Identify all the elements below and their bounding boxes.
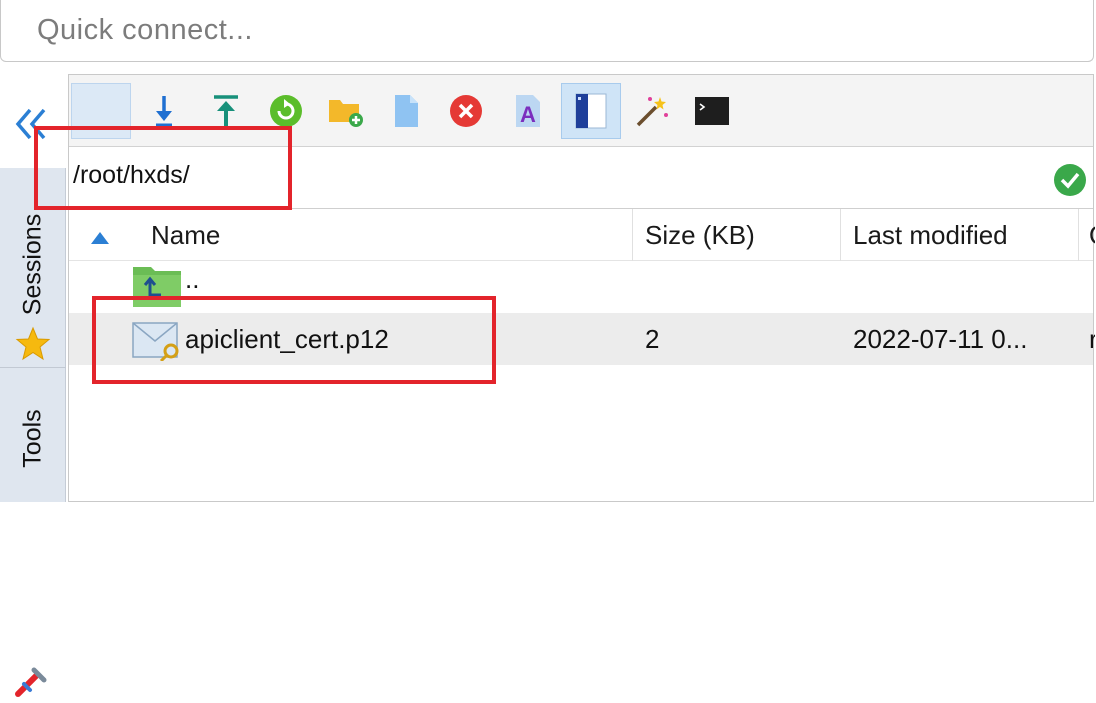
row-name: apiclient_cert.p12 <box>185 324 389 354</box>
download-arrow-icon[interactable] <box>137 83 191 139</box>
certificate-file-icon <box>131 319 183 366</box>
quick-connect-box[interactable] <box>0 0 1094 62</box>
row-modified: 2022-07-11 0... <box>853 324 1028 354</box>
table-row[interactable]: .. <box>69 261 1093 313</box>
path-bar <box>69 147 1093 209</box>
tools-icon <box>14 664 50 703</box>
row-size <box>645 261 825 313</box>
sidebar-tabs: Sessions Tools <box>0 168 66 697</box>
row-owner: r <box>1089 324 1095 354</box>
tab-sessions[interactable]: Sessions <box>0 168 66 368</box>
row-owner <box>1089 261 1095 313</box>
upload-arrow-icon[interactable] <box>199 83 253 139</box>
tab-tools[interactable]: Tools <box>0 370 66 697</box>
panel-toggle-icon[interactable] <box>561 83 621 139</box>
star-icon <box>15 326 51 367</box>
table-row[interactable]: apiclient_cert.p12 2 2022-07-11 0... r <box>69 313 1095 366</box>
magic-wand-icon[interactable] <box>625 83 679 139</box>
row-name: .. <box>185 264 200 294</box>
sftp-browser-panel: A /root/hxds/ Name Size (KB) Last modifi… <box>68 74 1095 502</box>
column-header-owner[interactable]: O <box>1079 209 1095 261</box>
column-header-size[interactable]: Size (KB) <box>633 209 841 261</box>
column-header-last-modified[interactable]: Last modified <box>841 209 1079 261</box>
svg-text:A: A <box>520 102 536 127</box>
rename-icon[interactable]: A <box>501 83 555 139</box>
parent-folder-icon <box>131 267 183 312</box>
toolbar-blank-button[interactable] <box>71 83 131 139</box>
toolbar: A <box>69 75 1093 147</box>
row-size: 2 <box>645 324 660 354</box>
new-file-icon[interactable] <box>379 83 433 139</box>
tab-tools-label: Tools <box>18 409 47 468</box>
path-input[interactable] <box>73 157 973 193</box>
refresh-icon[interactable] <box>259 83 313 139</box>
double-chevron-left-icon[interactable] <box>12 102 52 146</box>
tab-sessions-label: Sessions <box>18 213 47 316</box>
terminal-icon[interactable] <box>685 83 739 139</box>
check-icon[interactable] <box>1053 163 1087 202</box>
delete-icon[interactable] <box>439 83 493 139</box>
quick-connect-input[interactable] <box>1 0 1093 61</box>
row-modified <box>853 261 1073 313</box>
new-folder-icon[interactable] <box>319 83 373 139</box>
